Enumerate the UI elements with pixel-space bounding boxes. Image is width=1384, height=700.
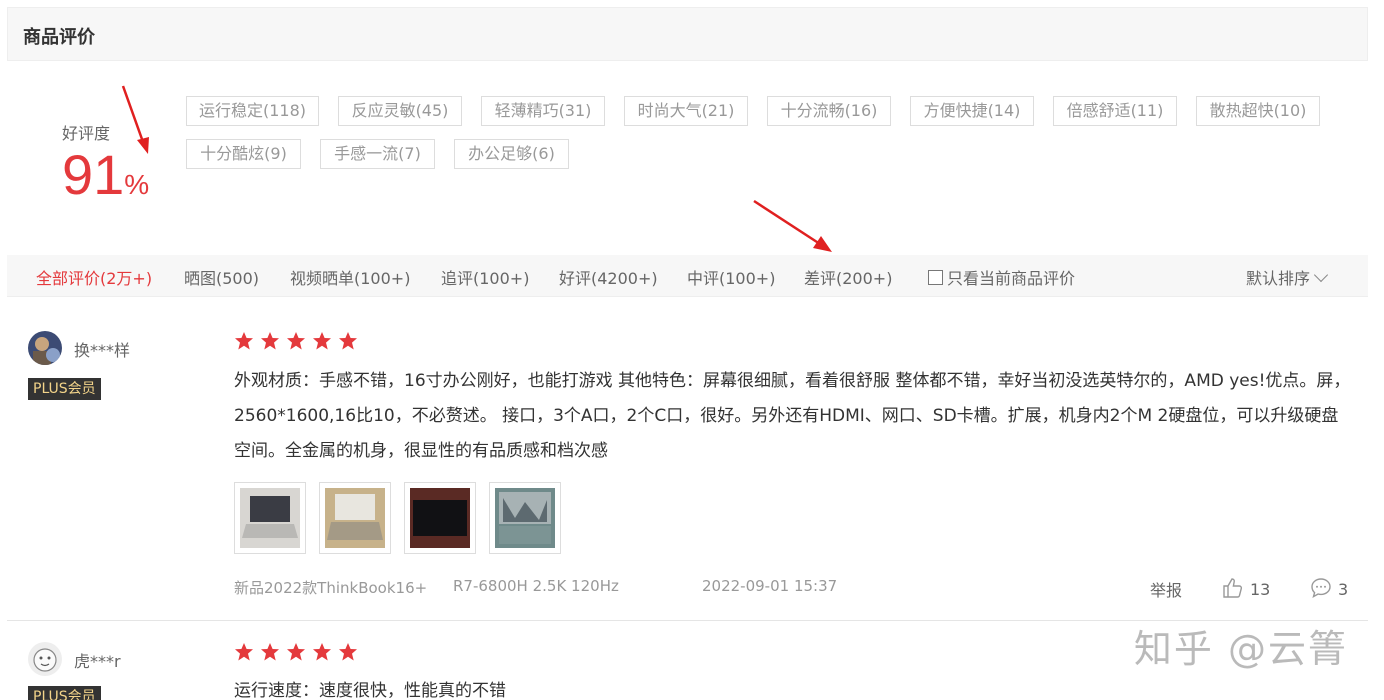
star-icon [261, 332, 279, 350]
positive-rate-unit: % [124, 169, 150, 200]
filter-tab-followup[interactable]: 追评(100+) [441, 265, 529, 289]
star-icon [287, 332, 305, 350]
product-spec: R7-6800H 2.5K 120Hz [453, 577, 619, 595]
section-title: 商品评价 [23, 27, 95, 48]
filter-tab-neutral[interactable]: 中评(100+) [687, 265, 775, 289]
review-tag[interactable]: 十分酷炫(9) [186, 139, 301, 169]
chevron-down-icon [1313, 267, 1329, 283]
review-date: 2022-09-01 15:37 [702, 577, 838, 595]
review-text: 外观材质：手感不错，16寸办公刚好，也能打游戏 其他特色：屏幕很细腻，看着很舒服… [234, 371, 1351, 461]
star-icon [339, 643, 357, 661]
comment-count: 3 [1338, 580, 1349, 599]
laptop-photo-4 [495, 488, 555, 548]
star-icon [235, 332, 253, 350]
reviewer-name: 虎***r [74, 652, 121, 671]
review-tag[interactable]: 方便快捷(14) [910, 96, 1034, 126]
sort-label: 默认排序 [1245, 269, 1310, 288]
thumbs-up-icon [1223, 578, 1243, 598]
red-arrow-icon [121, 85, 149, 154]
star-icon [339, 332, 357, 350]
review-tag[interactable]: 办公足够(6) [454, 139, 569, 169]
plus-member-badge: PLUS会员 [28, 378, 101, 400]
review-tag[interactable]: 散热超快(10) [1196, 96, 1320, 126]
review-tag[interactable]: 手感一流(7) [320, 139, 435, 169]
zhihu-watermark: 知乎 @云箐 [1133, 627, 1348, 671]
plus-member-badge: PLUS会员 [28, 686, 101, 700]
star-icon [261, 643, 279, 661]
filter-tab-videos[interactable]: 视频晒单(100+) [290, 265, 410, 289]
report-link[interactable]: 举报 [1150, 577, 1182, 601]
review-thumbnail[interactable] [234, 482, 306, 554]
filter-tab-negative[interactable]: 差评(200+) [804, 265, 892, 289]
review-tag[interactable]: 运行稳定(118) [186, 96, 319, 126]
review-tag[interactable]: 时尚大气(21) [624, 96, 748, 126]
like-button[interactable]: 13 [1222, 577, 1270, 599]
review-thumbnail[interactable] [319, 482, 391, 554]
sort-dropdown[interactable]: 默认排序 [1245, 265, 1329, 289]
review-thumbnail[interactable] [489, 482, 561, 554]
section-header: 商品评价 [7, 7, 1368, 61]
laptop-photo-1 [240, 488, 300, 548]
review-tag[interactable]: 反应灵敏(45) [338, 96, 462, 126]
review-thumbnail[interactable] [404, 482, 476, 554]
user-avatar-image [28, 331, 62, 365]
review-tag[interactable]: 十分流畅(16) [767, 96, 891, 126]
star-icon [313, 332, 331, 350]
reviewer-name: 换***样 [74, 341, 131, 360]
star-icon [287, 643, 305, 661]
user-avatar-image [28, 642, 62, 676]
filter-tab-all[interactable]: 全部评价(2万+) [36, 265, 152, 289]
red-arrow-icon [753, 199, 832, 252]
review-tag[interactable]: 倍感舒适(11) [1053, 96, 1177, 126]
comment-bubble-icon [1311, 578, 1331, 599]
avatar[interactable] [28, 642, 62, 676]
avatar[interactable] [28, 331, 62, 365]
review-tag[interactable]: 轻薄精巧(31) [481, 96, 605, 126]
product-variant: 新品2022款ThinkBook16+ [234, 579, 428, 597]
review-text: 运行速度：速度很快，性能真的不错 [234, 681, 506, 700]
rating-stars [234, 642, 364, 662]
laptop-photo-2 [325, 488, 385, 548]
checkbox-box[interactable] [928, 270, 943, 285]
comment-button[interactable]: 3 [1310, 577, 1348, 599]
review-filter-bar: 全部评价(2万+) 晒图(500) 视频晒单(100+) 追评(100+) 好评… [7, 255, 1368, 297]
filter-tab-positive[interactable]: 好评(4200+) [559, 265, 658, 289]
laptop-photo-3 [410, 488, 470, 548]
filter-tab-photos[interactable]: 晒图(500) [184, 265, 259, 289]
star-icon [313, 643, 331, 661]
rating-stars [234, 331, 364, 351]
star-icon [235, 643, 253, 661]
like-count: 13 [1250, 580, 1271, 599]
only-current-product-checkbox[interactable]: 只看当前商品评价 [928, 265, 1075, 289]
checkbox-label: 只看当前商品评价 [947, 269, 1076, 288]
